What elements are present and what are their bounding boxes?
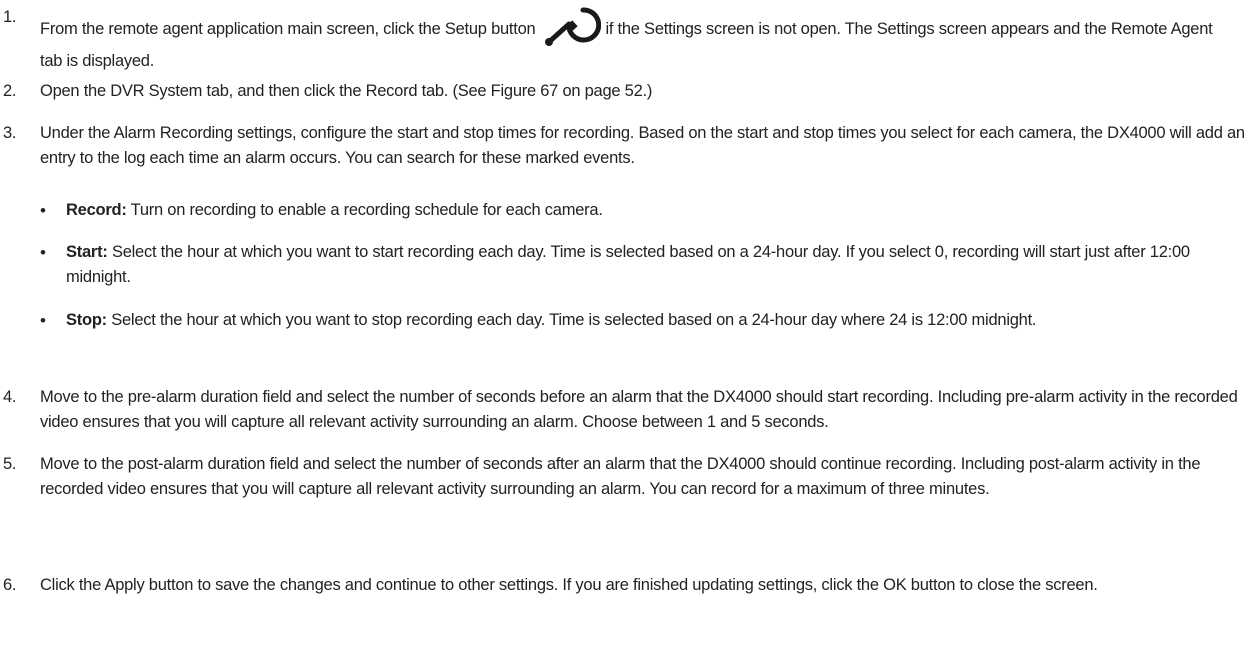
step-number: 1. [3,8,17,26]
bullet-description: Select the hour at which you want to sta… [66,243,1190,286]
bullet-text: Stop: Select the hour at which you want … [66,308,1096,333]
step-text: Move to the pre-alarm duration field and… [40,388,1238,431]
step-number: 2. [3,82,17,100]
bullet-text: Start: Select the hour at which you want… [66,240,1250,290]
bullet-description: Turn on recording to enable a recording … [130,201,603,219]
step-number: 6. [3,576,17,594]
step-5: 5. Move to the post-alarm duration field… [0,452,1250,502]
step-text: Open the DVR System tab, and then click … [40,82,653,100]
bullet-term: Record: [66,201,127,219]
bullet-record: • Record: Turn on recording to enable a … [40,198,1250,223]
step-number: 3. [3,124,17,142]
setup-wrench-icon [543,5,602,49]
bullet-text: Record: Turn on recording to enable a re… [66,198,1250,223]
step-2: 2. Open the DVR System tab, and then cli… [0,79,1250,104]
bullet-start: • Start: Select the hour at which you wa… [40,240,1250,290]
bullet-term: Start: [66,243,108,261]
step-number: 5. [3,455,17,473]
step-text: Under the Alarm Recording settings, conf… [40,124,1245,167]
step-number: 4. [3,388,17,406]
bullet-term: Stop: [66,311,107,329]
step-text: From the remote agent application main s… [40,5,1230,74]
bullet-glyph: • [40,311,46,330]
step-text-before-icon: From the remote agent application main s… [40,20,536,38]
step-6: 6. Click the Apply button to save the ch… [0,573,1250,598]
bullet-description: Select the hour at which you want to sto… [111,311,1037,329]
step-1: 1. From the remote agent application mai… [0,5,1250,74]
instructions-document: 1. From the remote agent application mai… [0,0,1258,651]
step-3: 3. Under the Alarm Recording settings, c… [0,121,1250,171]
bullet-glyph: • [40,201,46,220]
step-text: Move to the post-alarm duration field an… [40,455,1201,498]
step-text: Click the Apply button to save the chang… [40,576,1098,594]
bullet-stop: • Stop: Select the hour at which you wan… [40,308,1250,333]
step-4: 4. Move to the pre-alarm duration field … [0,385,1250,435]
bullet-glyph: • [40,243,46,262]
